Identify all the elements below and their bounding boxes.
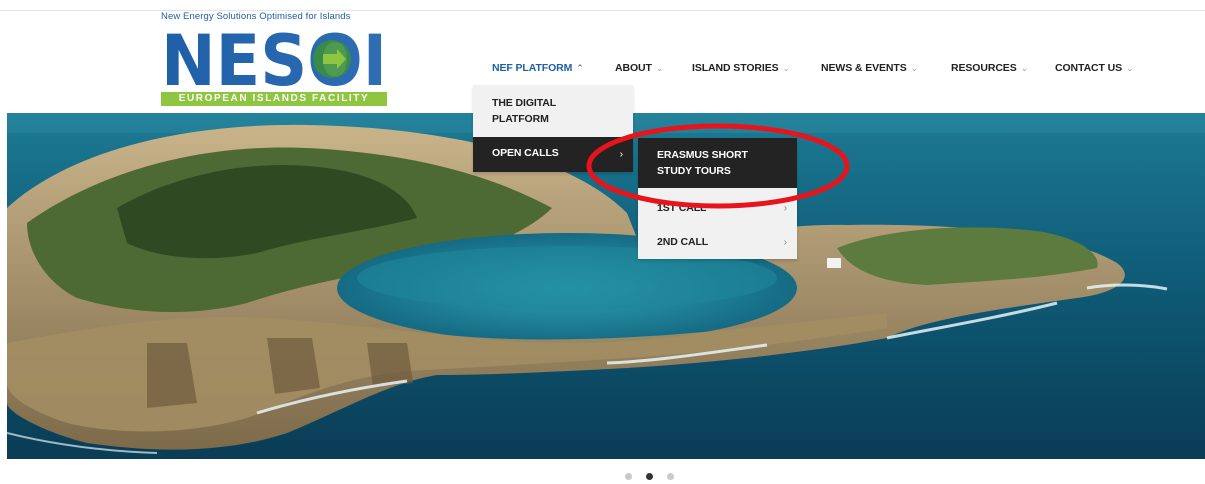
logo-wordmark-text: NESOI <box>161 24 387 92</box>
chevron-down-icon: ⌄ <box>1020 63 1029 73</box>
nesoi-logo[interactable]: New Energy Solutions Optimised for Islan… <box>161 11 387 108</box>
chevron-down-icon: ⌄ <box>1126 63 1134 73</box>
nav-label: NEF PLATFORM <box>492 62 573 74</box>
nav-label: ABOUT <box>615 62 652 74</box>
nav-label: RESOURCES <box>951 62 1017 74</box>
chevron-down-icon: ⌄ <box>655 63 664 73</box>
submenu-item-2nd-call[interactable]: 2ND CALL › <box>638 234 797 250</box>
chevron-down-icon: ⌄ <box>782 63 791 73</box>
dropdown-item-label-line1: THE DIGITAL <box>492 97 557 109</box>
nav-island-stories[interactable]: ISLAND STORIES ⌄ <box>692 62 790 74</box>
nav-label: ISLAND STORIES <box>692 62 779 74</box>
dropdown-item-label: OPEN CALLS <box>492 147 559 159</box>
nav-nef-platform[interactable]: NEF PLATFORM ⌃ <box>492 62 584 74</box>
nav-news-events[interactable]: NEWS & EVENTS ⌄ <box>821 62 918 74</box>
submenu-item-1st-call[interactable]: 1ST CALL › <box>638 200 797 216</box>
chevron-right-icon: › <box>619 148 624 160</box>
submenu-item-label: 2ND CALL <box>657 236 709 248</box>
submenu-item-erasmus-short-study-tours[interactable]: ERASMUS SHORT STUDY TOURS <box>638 138 797 188</box>
nav-resources[interactable]: RESOURCES ⌄ <box>951 62 1028 74</box>
slider-dot-1[interactable] <box>625 473 632 480</box>
chevron-up-icon: ⌃ <box>576 63 584 73</box>
nav-contact-us[interactable]: CONTACT US ⌄ <box>1055 62 1134 74</box>
dropdown-item-open-calls[interactable]: OPEN CALLS › <box>473 137 633 172</box>
chevron-down-icon: ⌄ <box>910 63 919 73</box>
dropdown-item-digital-platform[interactable]: THE DIGITAL PLATFORM <box>473 95 633 127</box>
nef-platform-dropdown: THE DIGITAL PLATFORM OPEN CALLS › <box>473 85 633 172</box>
submenu-item-label-line1: ERASMUS SHORT <box>657 149 748 161</box>
chevron-right-icon: › <box>783 236 788 248</box>
slider-dot-2[interactable] <box>646 473 653 480</box>
building-icon <box>827 258 841 268</box>
logo-band: EUROPEAN ISLANDS FACILITY <box>161 92 387 106</box>
open-calls-submenu: ERASMUS SHORT STUDY TOURS 1ST CALL › 2ND… <box>638 138 797 259</box>
dropdown-item-label-line2: PLATFORM <box>492 113 549 125</box>
chevron-right-icon: › <box>783 202 788 214</box>
slider-pagination <box>625 473 680 483</box>
logo-wordmark: NESOI <box>161 24 387 92</box>
nav-label: NEWS & EVENTS <box>821 62 907 74</box>
submenu-item-label: 1ST CALL <box>657 202 707 214</box>
logo-tagline: New Energy Solutions Optimised for Islan… <box>161 11 351 22</box>
nav-about[interactable]: ABOUT ⌄ <box>615 62 663 74</box>
submenu-item-label-line2: STUDY TOURS <box>657 165 731 177</box>
slider-dot-3[interactable] <box>667 473 674 480</box>
nav-label: CONTACT US <box>1055 62 1123 74</box>
